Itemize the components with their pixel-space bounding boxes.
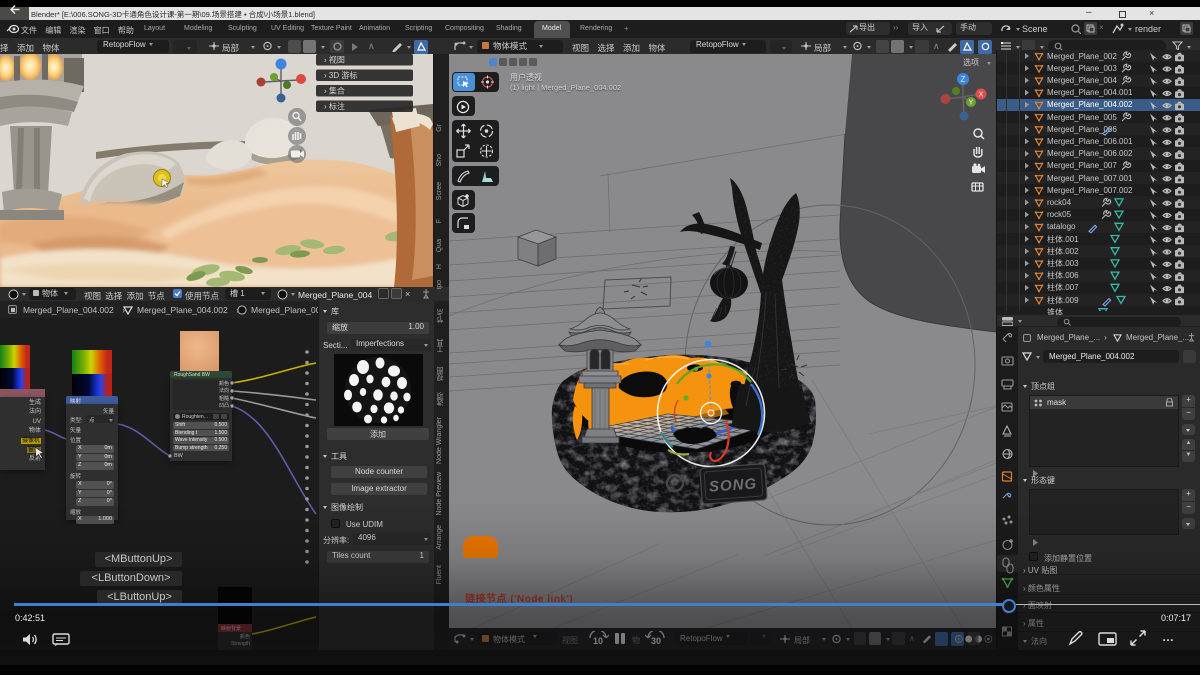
svg-text:Y: Y: [969, 100, 974, 107]
svg-text:Z: Z: [961, 75, 966, 84]
svg-text:› 标注: › 标注: [324, 101, 345, 111]
svg-text:SONG: SONG: [708, 475, 757, 495]
svg-text:30: 30: [651, 636, 661, 646]
svg-text:› 视图: › 视图: [324, 55, 345, 65]
svg-text:10: 10: [593, 636, 603, 646]
svg-text:X: X: [979, 92, 984, 99]
svg-text:› 3D 游标: › 3D 游标: [324, 70, 357, 80]
svg-text:› 集合: › 集合: [324, 86, 345, 96]
